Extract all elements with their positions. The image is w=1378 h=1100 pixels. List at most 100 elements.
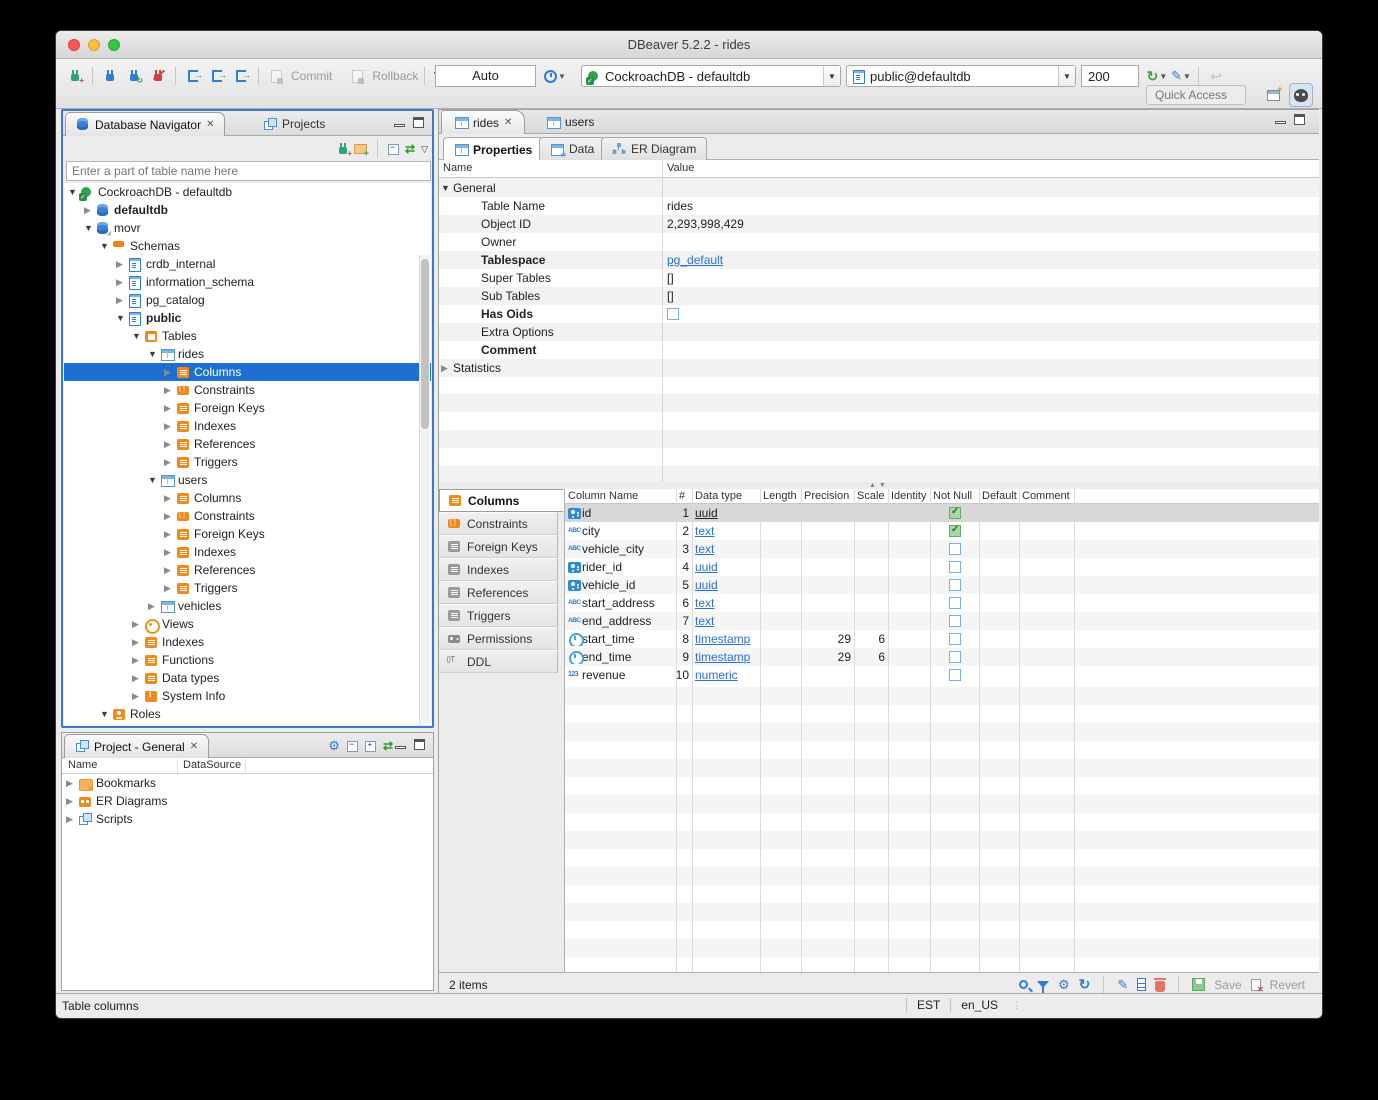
column-data-type-link[interactable]: numeric [695,668,738,682]
tree-item[interactable]: information_schema [64,273,431,291]
expand-all-icon[interactable] [365,741,376,752]
tree-item[interactable]: CockroachDB - defaultdb [64,183,431,201]
property-checkbox[interactable] [667,308,679,320]
property-row[interactable]: Table Name rides [439,197,1319,215]
column-data-type-link[interactable]: uuid [695,560,718,574]
view-menu-icon[interactable]: ▽ [421,144,428,155]
tree-item[interactable]: vehicles [64,597,431,615]
header-default[interactable]: Default [979,489,1019,503]
property-row[interactable]: Has Oids [439,305,1319,323]
tree-item[interactable]: defaultdb [64,201,431,219]
scrollbar-thumb[interactable] [421,259,429,429]
table-filter-input[interactable] [66,161,431,181]
side-tab[interactable]: Triggers [439,604,558,627]
gear-icon[interactable]: ⚙ [1058,977,1070,993]
header-column-name[interactable]: Column Name [565,489,676,503]
header-identity[interactable]: Identity [888,489,930,503]
tree-item[interactable]: Columns [64,489,431,507]
side-tab[interactable]: Foreign Keys [439,535,558,558]
column-data-type-link[interactable]: text [695,614,714,628]
column-row[interactable]: vehicle_id 5 uuid [565,576,1319,594]
tree-expander-icon[interactable] [132,655,144,666]
link-with-editor-icon[interactable]: ⇄ [383,739,393,753]
search-icon[interactable] [1019,980,1028,989]
tree-item[interactable]: crdb_internal [64,255,431,273]
properties-header-value[interactable]: Value [667,162,694,174]
tree-item[interactable]: Data types [64,669,431,687]
edit-button[interactable]: ✎▼ [1170,66,1192,86]
not-null-checkbox[interactable] [949,651,961,663]
tab-project-general[interactable]: Project - General ✕ [64,734,209,758]
connection-combo[interactable]: CockroachDB - defaultdb ▼ [581,65,841,87]
commit-mode-combo[interactable]: Auto [435,65,536,87]
navigator-scrollbar[interactable] [419,255,430,724]
tree-expander-icon[interactable] [164,421,176,432]
property-row[interactable]: Object ID 2,293,998,429 [439,215,1319,233]
property-row[interactable]: General [439,179,1319,197]
tree-expander-icon[interactable] [116,295,128,306]
header-data-type[interactable]: Data type [692,489,760,503]
property-row[interactable]: Super Tables [] [439,269,1319,287]
not-null-checkbox[interactable] [949,561,961,573]
tree-item[interactable]: Schemas [64,237,431,255]
tab-database-navigator[interactable]: Database Navigator ✕ [65,112,225,136]
commit-button[interactable] [265,66,287,86]
sync-icon[interactable]: ↻ [1079,976,1091,993]
subtab-er-diagram[interactable]: ER Diagram [601,137,707,160]
tree-expander-icon[interactable] [132,637,144,648]
configure-icon[interactable]: ⚙ [328,738,340,754]
tree-expander-icon[interactable] [100,241,112,251]
side-tab[interactable]: Columns [439,489,564,512]
close-tab-icon[interactable]: ✕ [190,741,198,752]
transaction-history-button[interactable]: ▼ [544,66,566,86]
quick-access-input[interactable] [1146,85,1246,105]
minimize-editor-icon[interactable] [1275,121,1286,124]
new-connection-folder-icon[interactable] [354,144,367,154]
open-sql-script-button[interactable] [206,66,228,86]
tree-expander-icon[interactable] [84,205,96,216]
close-tab-icon[interactable]: ✕ [206,119,214,130]
connect-button[interactable] [99,66,121,86]
edit-row-icon[interactable]: ✎ [1117,977,1128,993]
property-row[interactable]: Tablespace pg_default [439,251,1319,269]
column-data-type-link[interactable]: uuid [695,506,718,520]
column-row[interactable]: city 2 text [565,522,1319,540]
tree-expander-icon[interactable] [164,511,176,522]
tree-expander-icon[interactable] [132,691,144,702]
subtab-properties[interactable]: Properties [443,137,543,161]
maximize-editor-icon[interactable] [1294,114,1305,125]
tree-expander-icon[interactable] [164,367,176,378]
dbeaver-perspective-button[interactable] [1289,83,1313,107]
tree-item[interactable]: rides [64,345,431,363]
column-data-type-link[interactable]: text [695,596,714,610]
property-expander-icon[interactable] [441,183,453,193]
collapse-all-icon[interactable] [347,741,358,752]
save-icon[interactable] [1192,978,1205,991]
side-tab[interactable]: Indexes [439,558,558,581]
tree-item[interactable]: Foreign Keys [64,399,431,417]
tree-expander-icon[interactable] [164,529,176,540]
save-button[interactable]: Save [1214,978,1241,992]
open-perspective-button[interactable] [1261,83,1285,107]
new-connection-icon[interactable]: + [338,143,348,155]
column-row[interactable]: vehicle_city 3 text [565,540,1319,558]
tree-item[interactable]: Constraints [64,507,431,525]
editor-tab-rides[interactable]: rides ✕ [441,110,525,134]
side-tab[interactable]: References [439,581,558,604]
undo-button[interactable]: ↩ [1205,66,1227,86]
link-with-editor-icon[interactable]: ⇄ [405,142,415,156]
tree-expander-icon[interactable] [164,385,176,396]
column-row[interactable]: start_address 6 text [565,594,1319,612]
tree-expander-icon[interactable] [116,259,128,270]
tree-item[interactable]: Indexes [64,633,431,651]
column-row[interactable]: end_time 9 timestamp 29 6 [565,648,1319,666]
header-precision[interactable]: Precision [801,489,854,503]
tree-item[interactable]: Tables [64,327,431,345]
tree-expander-icon[interactable] [148,475,160,485]
tree-item[interactable]: Indexes [64,417,431,435]
column-row[interactable]: start_time 8 timestamp 29 6 [565,630,1319,648]
tree-item[interactable]: References [64,435,431,453]
filter-icon[interactable] [1037,981,1049,988]
property-expander-icon[interactable] [441,363,453,374]
not-null-checkbox[interactable] [949,597,961,609]
